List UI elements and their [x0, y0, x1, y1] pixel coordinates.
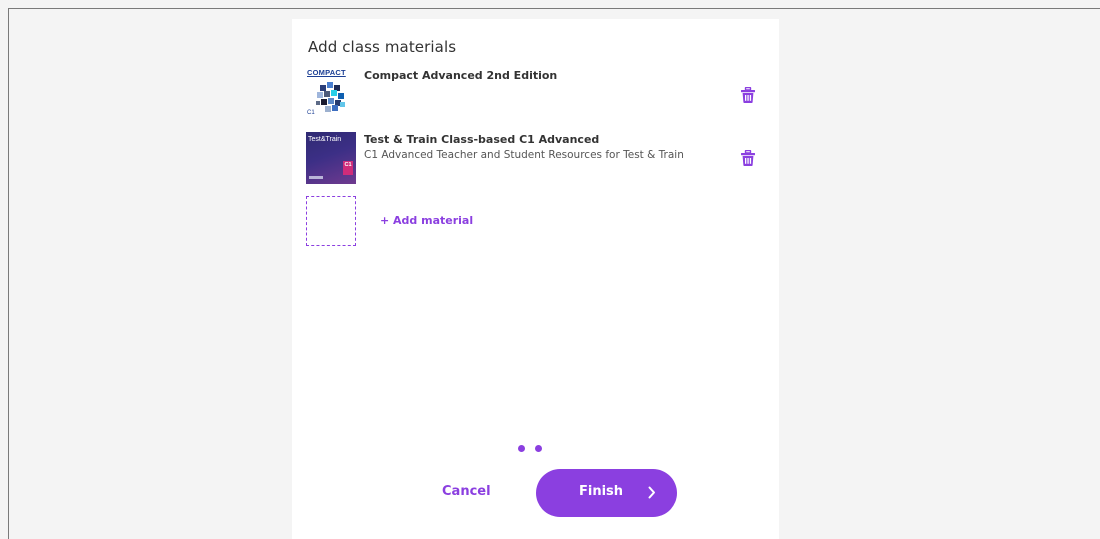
pagination-dot[interactable]: [518, 445, 525, 452]
trash-icon: [741, 86, 755, 103]
cover-level: C1: [343, 161, 353, 175]
material-item: COMPACT C1 Compact Advanced 2nd Edition: [306, 67, 766, 119]
add-material-link[interactable]: + Add material: [380, 214, 473, 227]
trash-icon: [741, 149, 755, 166]
material-cover-test-train: Test&Train C1: [306, 132, 356, 184]
material-cover-compact: COMPACT C1: [306, 67, 356, 119]
cover-level: C1: [307, 110, 315, 116]
delete-material-button[interactable]: [741, 149, 755, 170]
material-item: Test&Train C1 Test & Train Class-based C…: [306, 132, 766, 184]
delete-material-button[interactable]: [741, 86, 755, 107]
finish-button-label: Finish: [579, 484, 624, 499]
finish-button[interactable]: Finish: [536, 469, 677, 517]
chevron-right-icon: [648, 486, 655, 499]
cover-brand: Test&Train: [308, 136, 342, 143]
panel-title: Add class materials: [308, 38, 457, 56]
pagination-dot[interactable]: [535, 445, 542, 452]
material-title: Compact Advanced 2nd Edition: [364, 69, 558, 82]
cover-tag: [309, 176, 323, 179]
material-title: Test & Train Class-based C1 Advanced: [364, 133, 600, 146]
add-materials-panel: Add class materials COMPACT C1 Compact A…: [292, 19, 779, 539]
cancel-button[interactable]: Cancel: [442, 484, 491, 499]
material-subtitle: C1 Advanced Teacher and Student Resource…: [364, 149, 684, 161]
pagination-dots: [516, 445, 556, 453]
add-material-placeholder[interactable]: [306, 196, 356, 246]
